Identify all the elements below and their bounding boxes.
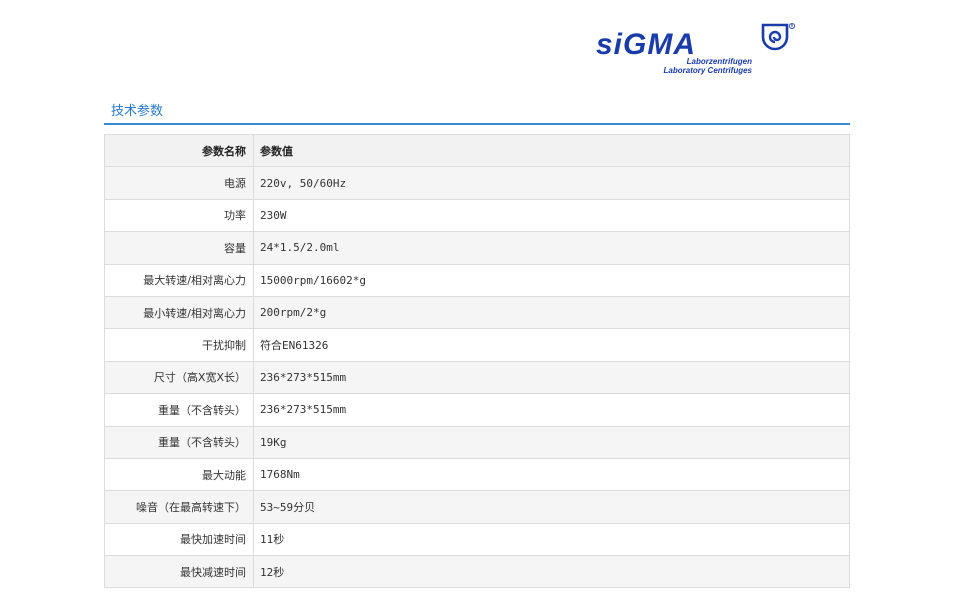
- param-name: 重量（不含转头）: [104, 393, 254, 427]
- section-divider: [104, 123, 850, 125]
- table-row: 重量（不含转头） 19Kg: [104, 425, 850, 459]
- param-name: 最大动能: [104, 457, 254, 492]
- logo-wordmark: siGMA: [596, 28, 697, 61]
- param-value: 24*1.5/2.0ml: [253, 231, 850, 265]
- param-name: 功率: [104, 198, 254, 233]
- table-row: 最快减速时间 12秒: [104, 555, 850, 589]
- table-row: 尺寸（高X宽X长） 236*273*515mm: [104, 360, 850, 395]
- table-row: 重量（不含转头） 236*273*515mm: [104, 393, 850, 427]
- param-name: 电源: [104, 166, 254, 200]
- sigma-logo: siGMA Laborzentrifugen Laboratory Centri…: [596, 22, 806, 78]
- header-param-value: 参数值: [253, 133, 850, 168]
- param-value: 15000rpm/16602*g: [253, 263, 850, 297]
- param-name: 重量（不含转头）: [104, 425, 254, 459]
- param-name: 噪音（在最高转速下）: [104, 490, 254, 524]
- table-row: 最小转速/相对离心力 200rpm/2*g: [104, 295, 850, 330]
- header-param-name: 参数名称: [104, 133, 254, 168]
- table-row: 最快加速时间 11秒: [104, 522, 850, 557]
- param-value: 236*273*515mm: [253, 360, 850, 395]
- sigma-emblem-icon: R: [761, 23, 795, 51]
- table-row: 最大转速/相对离心力 15000rpm/16602*g: [104, 263, 850, 297]
- param-value: 230W: [253, 198, 850, 233]
- param-name: 最快减速时间: [104, 555, 254, 589]
- table-row: 最大动能 1768Nm: [104, 457, 850, 492]
- param-value: 19Kg: [253, 425, 850, 459]
- param-value: 236*273*515mm: [253, 393, 850, 427]
- logo-subtitle-en: Laboratory Centrifuges: [663, 66, 752, 75]
- param-name: 容量: [104, 231, 254, 265]
- param-name: 最小转速/相对离心力: [104, 295, 254, 330]
- svg-text:R: R: [791, 24, 794, 29]
- table-row: 噪音（在最高转速下） 53~59分贝: [104, 490, 850, 524]
- table-row: 干扰抑制 符合EN61326: [104, 328, 850, 362]
- logo-subtitle-de: Laborzentrifugen: [686, 57, 752, 66]
- table-row: 功率 230W: [104, 198, 850, 233]
- param-value: 12秒: [253, 555, 850, 589]
- param-name: 干扰抑制: [104, 328, 254, 362]
- param-value: 200rpm/2*g: [253, 295, 850, 330]
- table-row: 容量 24*1.5/2.0ml: [104, 231, 850, 265]
- table-row: 电源 220v, 50/60Hz: [104, 166, 850, 200]
- section-title: 技术参数: [111, 104, 164, 119]
- spec-table: 参数名称 参数值 电源 220v, 50/60Hz 功率 230W 容量 24*…: [104, 133, 850, 589]
- param-value: 符合EN61326: [253, 328, 850, 362]
- param-value: 220v, 50/60Hz: [253, 166, 850, 200]
- param-value: 53~59分贝: [253, 490, 850, 524]
- param-value: 1768Nm: [253, 457, 850, 492]
- param-name: 尺寸（高X宽X长）: [104, 360, 254, 395]
- param-value: 11秒: [253, 522, 850, 557]
- table-header-row: 参数名称 参数值: [104, 133, 850, 168]
- param-name: 最大转速/相对离心力: [104, 263, 254, 297]
- param-name: 最快加速时间: [104, 522, 254, 557]
